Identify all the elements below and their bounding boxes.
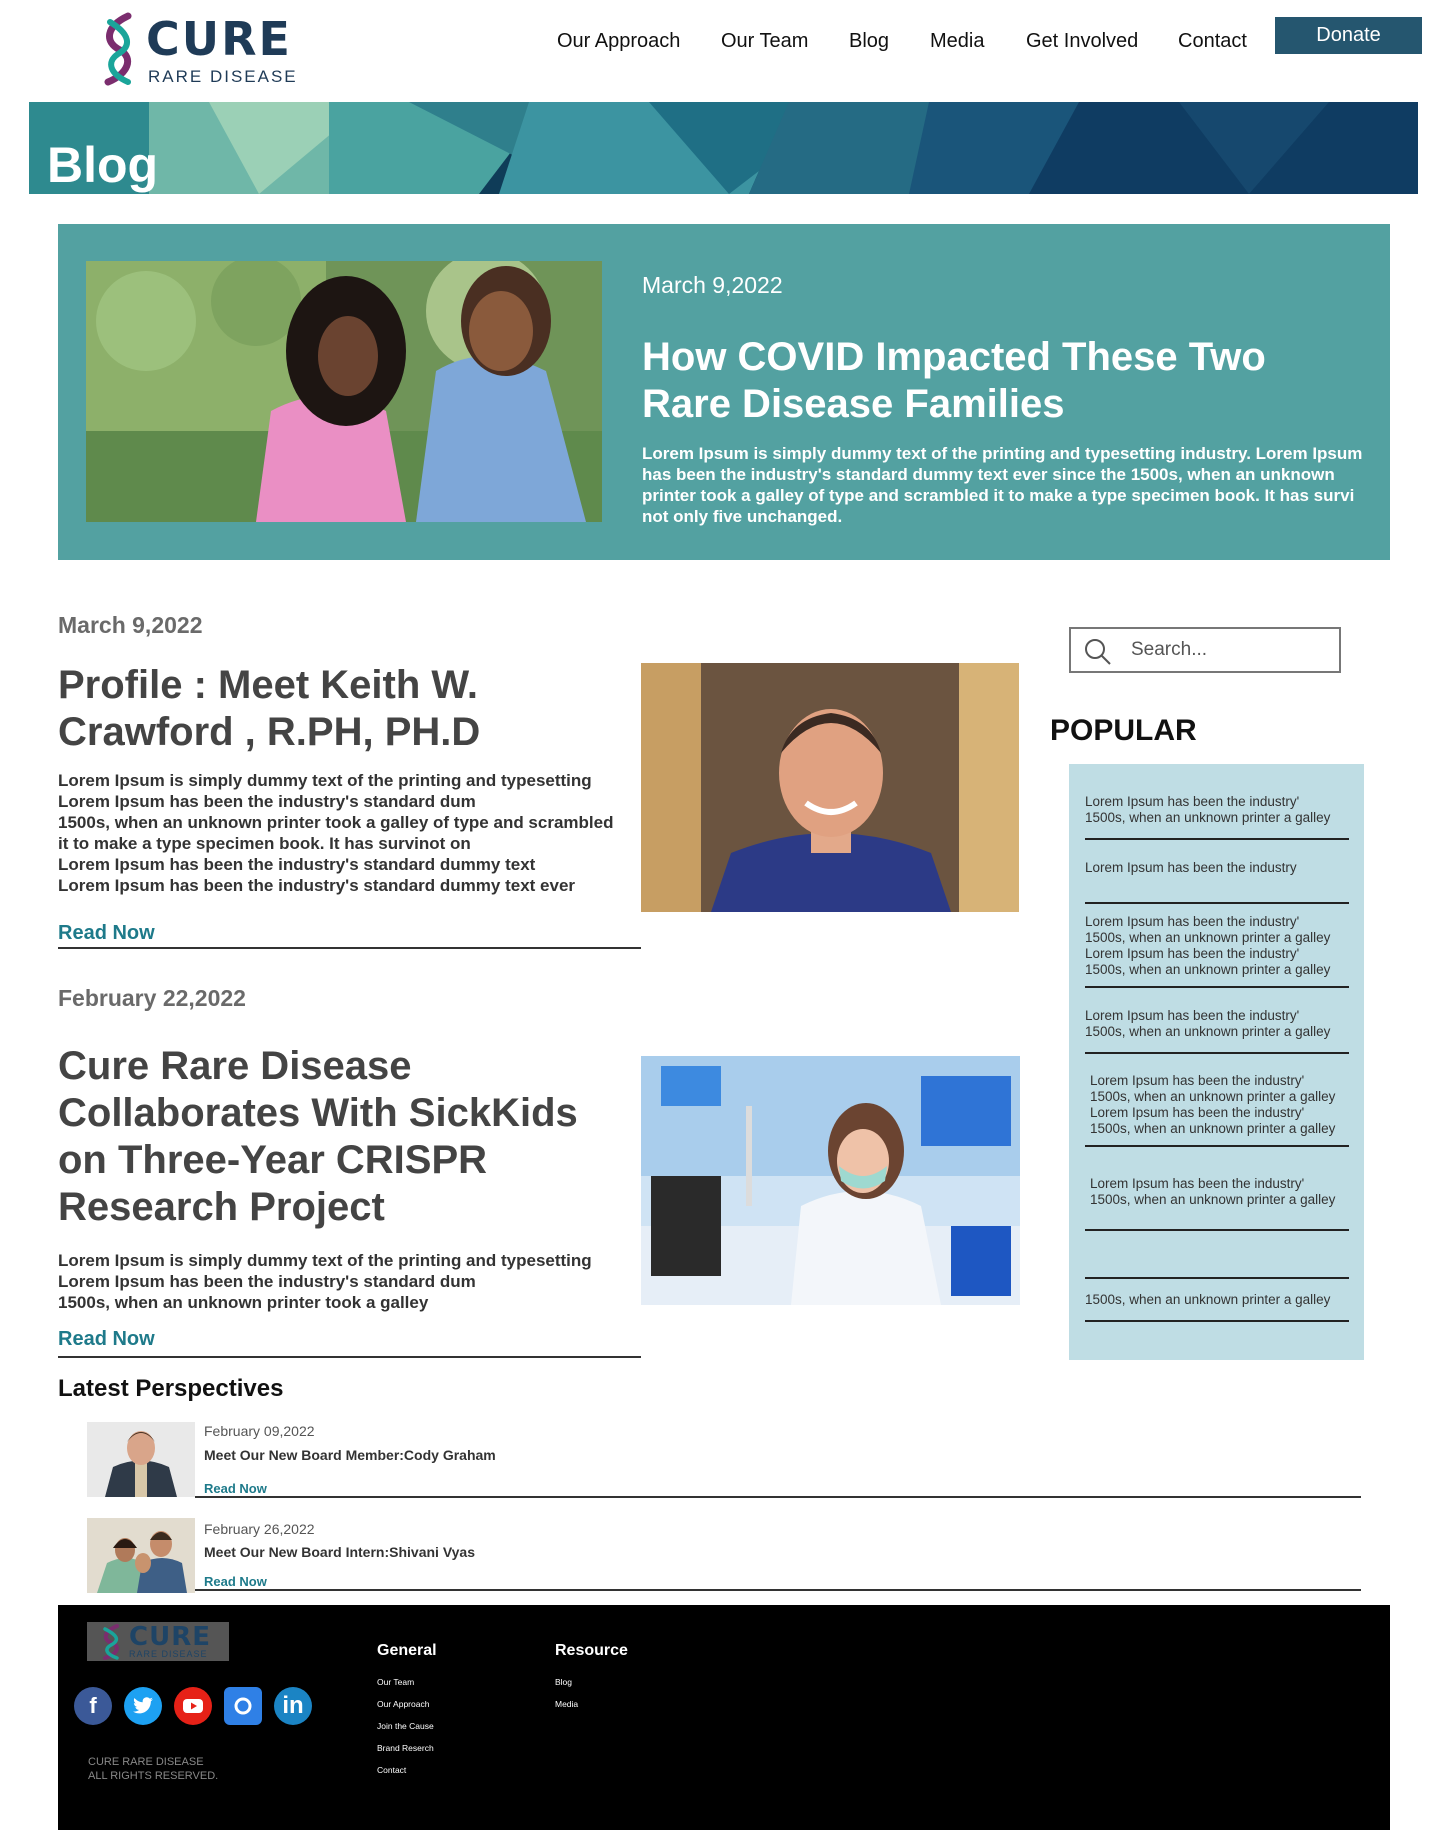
- instagram-icon[interactable]: [224, 1687, 262, 1725]
- divider: [195, 1496, 1361, 1498]
- site-header: CURE RARE DISEASE Our Approach Our Team …: [0, 0, 1440, 100]
- footer-logo-wordmark: CURE: [129, 1622, 211, 1652]
- footer-link-brand-research[interactable]: Brand Reserch: [377, 1743, 434, 1753]
- divider: [58, 1356, 641, 1358]
- nav-media[interactable]: Media: [930, 30, 984, 53]
- copyright: CURE RARE DISEASE ALL RIGHTS RESERVED.: [88, 1756, 219, 1782]
- search-box[interactable]: [1069, 627, 1341, 673]
- site-footer: CURE RARE DISEASE f in CURE RARE DISEASE…: [58, 1605, 1390, 1830]
- search-input[interactable]: [1131, 639, 1331, 661]
- youtube-play-glyph: [183, 1699, 203, 1713]
- footer-logo-tagline: RARE DISEASE: [129, 1649, 208, 1659]
- blog-banner: Blog: [29, 102, 1418, 194]
- read-now-link[interactable]: Read Now: [204, 1574, 267, 1589]
- divider: [1085, 1052, 1349, 1054]
- read-now-link[interactable]: Read Now: [204, 1481, 267, 1496]
- perspective-image[interactable]: [87, 1518, 195, 1593]
- divider: [1085, 1229, 1349, 1231]
- divider: [1085, 986, 1349, 988]
- nav-contact[interactable]: Contact: [1178, 30, 1247, 53]
- read-now-link[interactable]: Read Now: [58, 922, 155, 945]
- banner-background: [29, 102, 1418, 194]
- footer-link-join-the-cause[interactable]: Join the Cause: [377, 1721, 434, 1731]
- popular-item[interactable]: Lorem Ipsum has been the industry: [1085, 860, 1349, 876]
- popular-item[interactable]: Lorem Ipsum has been the industry' 1500s…: [1085, 914, 1349, 978]
- featured-post-date: March 9,2022: [642, 272, 783, 298]
- dna-helix-icon: [104, 12, 132, 86]
- featured-post: March 9,2022 How COVID Impacted These Tw…: [58, 224, 1390, 560]
- instagram-camera-glyph: [234, 1697, 252, 1715]
- linkedin-icon[interactable]: in: [274, 1687, 312, 1725]
- post-date: February 22,2022: [58, 985, 246, 1011]
- twitter-icon[interactable]: [124, 1687, 162, 1725]
- latest-heading: Latest Perspectives: [58, 1375, 284, 1402]
- footer-link-blog[interactable]: Blog: [555, 1677, 572, 1687]
- divider: [1085, 1145, 1349, 1147]
- popular-list: Lorem Ipsum has been the industry' 1500s…: [1069, 764, 1364, 1360]
- nav-our-team[interactable]: Our Team: [721, 30, 808, 53]
- site-logo[interactable]: CURE RARE DISEASE: [98, 12, 298, 86]
- featured-post-image[interactable]: [86, 261, 602, 522]
- perspective-image[interactable]: [87, 1422, 195, 1497]
- perspective-title[interactable]: Meet Our New Board Member:Cody Graham: [204, 1447, 496, 1463]
- lab-scientist-photo: [641, 1056, 1020, 1305]
- post-date: March 9,2022: [58, 612, 203, 638]
- popular-heading: POPULAR: [1050, 714, 1197, 747]
- nav-blog[interactable]: Blog: [849, 30, 889, 53]
- youtube-icon[interactable]: [174, 1687, 212, 1725]
- divider: [58, 947, 641, 949]
- footer-link-media[interactable]: Media: [555, 1699, 578, 1709]
- portrait-photo: [641, 663, 1019, 912]
- popular-item[interactable]: Lorem Ipsum has been the industry' 1500s…: [1090, 1073, 1354, 1137]
- perspective-date: February 09,2022: [204, 1423, 315, 1439]
- donate-button[interactable]: Donate: [1275, 17, 1422, 54]
- divider: [1085, 1277, 1349, 1279]
- post-title[interactable]: Profile : Meet Keith W. Crawford , R.PH,…: [58, 662, 618, 756]
- facebook-icon[interactable]: f: [74, 1687, 112, 1725]
- popular-item[interactable]: 1500s, when an unknown printer a galley: [1085, 1292, 1349, 1308]
- post-image[interactable]: [641, 663, 1019, 912]
- perspective-date: February 26,2022: [204, 1521, 315, 1537]
- twitter-bird-glyph: [133, 1697, 153, 1714]
- footer-logo[interactable]: CURE RARE DISEASE: [87, 1622, 229, 1661]
- post-title[interactable]: Cure Rare Disease Collaborates With Sick…: [58, 1043, 618, 1231]
- divider: [1085, 1320, 1349, 1322]
- page-title: Blog: [47, 137, 159, 193]
- footer-link-our-team[interactable]: Our Team: [377, 1677, 414, 1687]
- read-now-link[interactable]: Read Now: [58, 1328, 155, 1351]
- perspective-title[interactable]: Meet Our New Board Intern:Shivani Vyas: [204, 1544, 475, 1560]
- search-icon: [1085, 639, 1111, 665]
- popular-item[interactable]: Lorem Ipsum has been the industry' 1500s…: [1090, 1176, 1354, 1208]
- family-photo: [87, 1518, 195, 1593]
- divider: [195, 1589, 1361, 1591]
- footer-link-contact[interactable]: Contact: [377, 1765, 406, 1775]
- logo-tagline: RARE DISEASE: [148, 67, 298, 86]
- two-women-photo: [86, 261, 602, 522]
- popular-item[interactable]: Lorem Ipsum has been the industry' 1500s…: [1085, 1008, 1349, 1040]
- featured-post-title[interactable]: How COVID Impacted These Two Rare Diseas…: [642, 334, 1362, 428]
- dna-helix-icon: [103, 1624, 119, 1660]
- footer-general-heading: General: [377, 1642, 437, 1659]
- logo-wordmark: CURE: [146, 12, 292, 66]
- post-image[interactable]: [641, 1056, 1020, 1305]
- featured-post-excerpt: Lorem Ipsum is simply dummy text of the …: [642, 444, 1363, 526]
- divider: [1085, 902, 1349, 904]
- post-excerpt: Lorem Ipsum is simply dummy text of the …: [58, 1251, 592, 1312]
- man-portrait-photo: [87, 1422, 195, 1497]
- nav-our-approach[interactable]: Our Approach: [557, 30, 680, 53]
- post-excerpt: Lorem Ipsum is simply dummy text of the …: [58, 771, 614, 895]
- popular-item[interactable]: Lorem Ipsum has been the industry' 1500s…: [1085, 794, 1349, 826]
- nav-get-involved[interactable]: Get Involved: [1026, 30, 1138, 53]
- divider: [1085, 838, 1349, 840]
- footer-link-our-approach[interactable]: Our Approach: [377, 1699, 429, 1709]
- footer-resource-heading: Resource: [555, 1642, 628, 1659]
